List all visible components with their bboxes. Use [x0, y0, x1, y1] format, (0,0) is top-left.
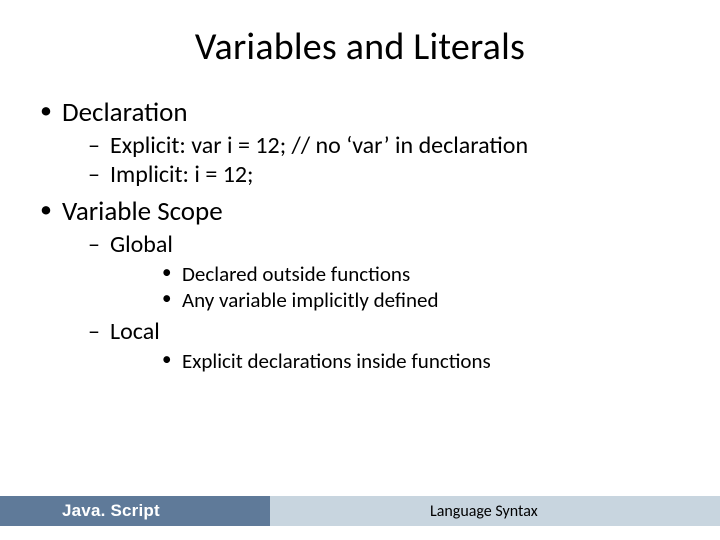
footer-left: Java. Script	[0, 496, 270, 526]
sub2-bullet: Explicit declarations inside functions	[110, 348, 684, 374]
bullet-text: Variable Scope	[62, 195, 223, 228]
slide: Variables and Literals Declaration Expli…	[0, 0, 720, 540]
bullet-text: Global	[110, 230, 173, 259]
bullet-text: Explicit: var i = 12; // no ‘var’ in dec…	[110, 131, 528, 160]
bullet-list: Declaration Explicit: var i = 12; // no …	[36, 96, 684, 374]
sub-list: Explicit: var i = 12; // no ‘var’ in dec…	[62, 131, 684, 189]
sub-bullet-implicit: Implicit: i = 12;	[62, 160, 684, 189]
sub-bullet-global: Global Declared outside functions Any va…	[62, 230, 684, 313]
sub2-list: Declared outside functions Any variable …	[110, 261, 684, 313]
sub2-list: Explicit declarations inside functions	[110, 348, 684, 374]
bullet-text: Local	[110, 317, 160, 346]
bullet-text: Implicit: i = 12;	[110, 160, 253, 189]
footer-left-text: Java. Script	[62, 501, 160, 521]
bullet-text: Declared outside functions	[182, 261, 410, 287]
footer-bar: Java. Script Language Syntax	[0, 496, 720, 526]
bullet-variable-scope: Variable Scope Global Declared outside f…	[36, 195, 684, 374]
bullet-declaration: Declaration Explicit: var i = 12; // no …	[36, 96, 684, 189]
sub2-bullet: Declared outside functions	[110, 261, 684, 287]
sub-bullet-local: Local Explicit declarations inside funct…	[62, 317, 684, 374]
footer-right: Language Syntax	[270, 496, 720, 526]
bullet-text: Explicit declarations inside functions	[182, 348, 491, 374]
sub-list: Global Declared outside functions Any va…	[62, 230, 684, 374]
sub2-bullet: Any variable implicitly defined	[110, 287, 684, 313]
slide-title: Variables and Literals	[36, 24, 684, 70]
bullet-text: Declaration	[62, 96, 188, 129]
footer-right-text: Language Syntax	[430, 502, 538, 521]
bullet-text: Any variable implicitly defined	[182, 287, 439, 313]
sub-bullet-explicit: Explicit: var i = 12; // no ‘var’ in dec…	[62, 131, 684, 160]
